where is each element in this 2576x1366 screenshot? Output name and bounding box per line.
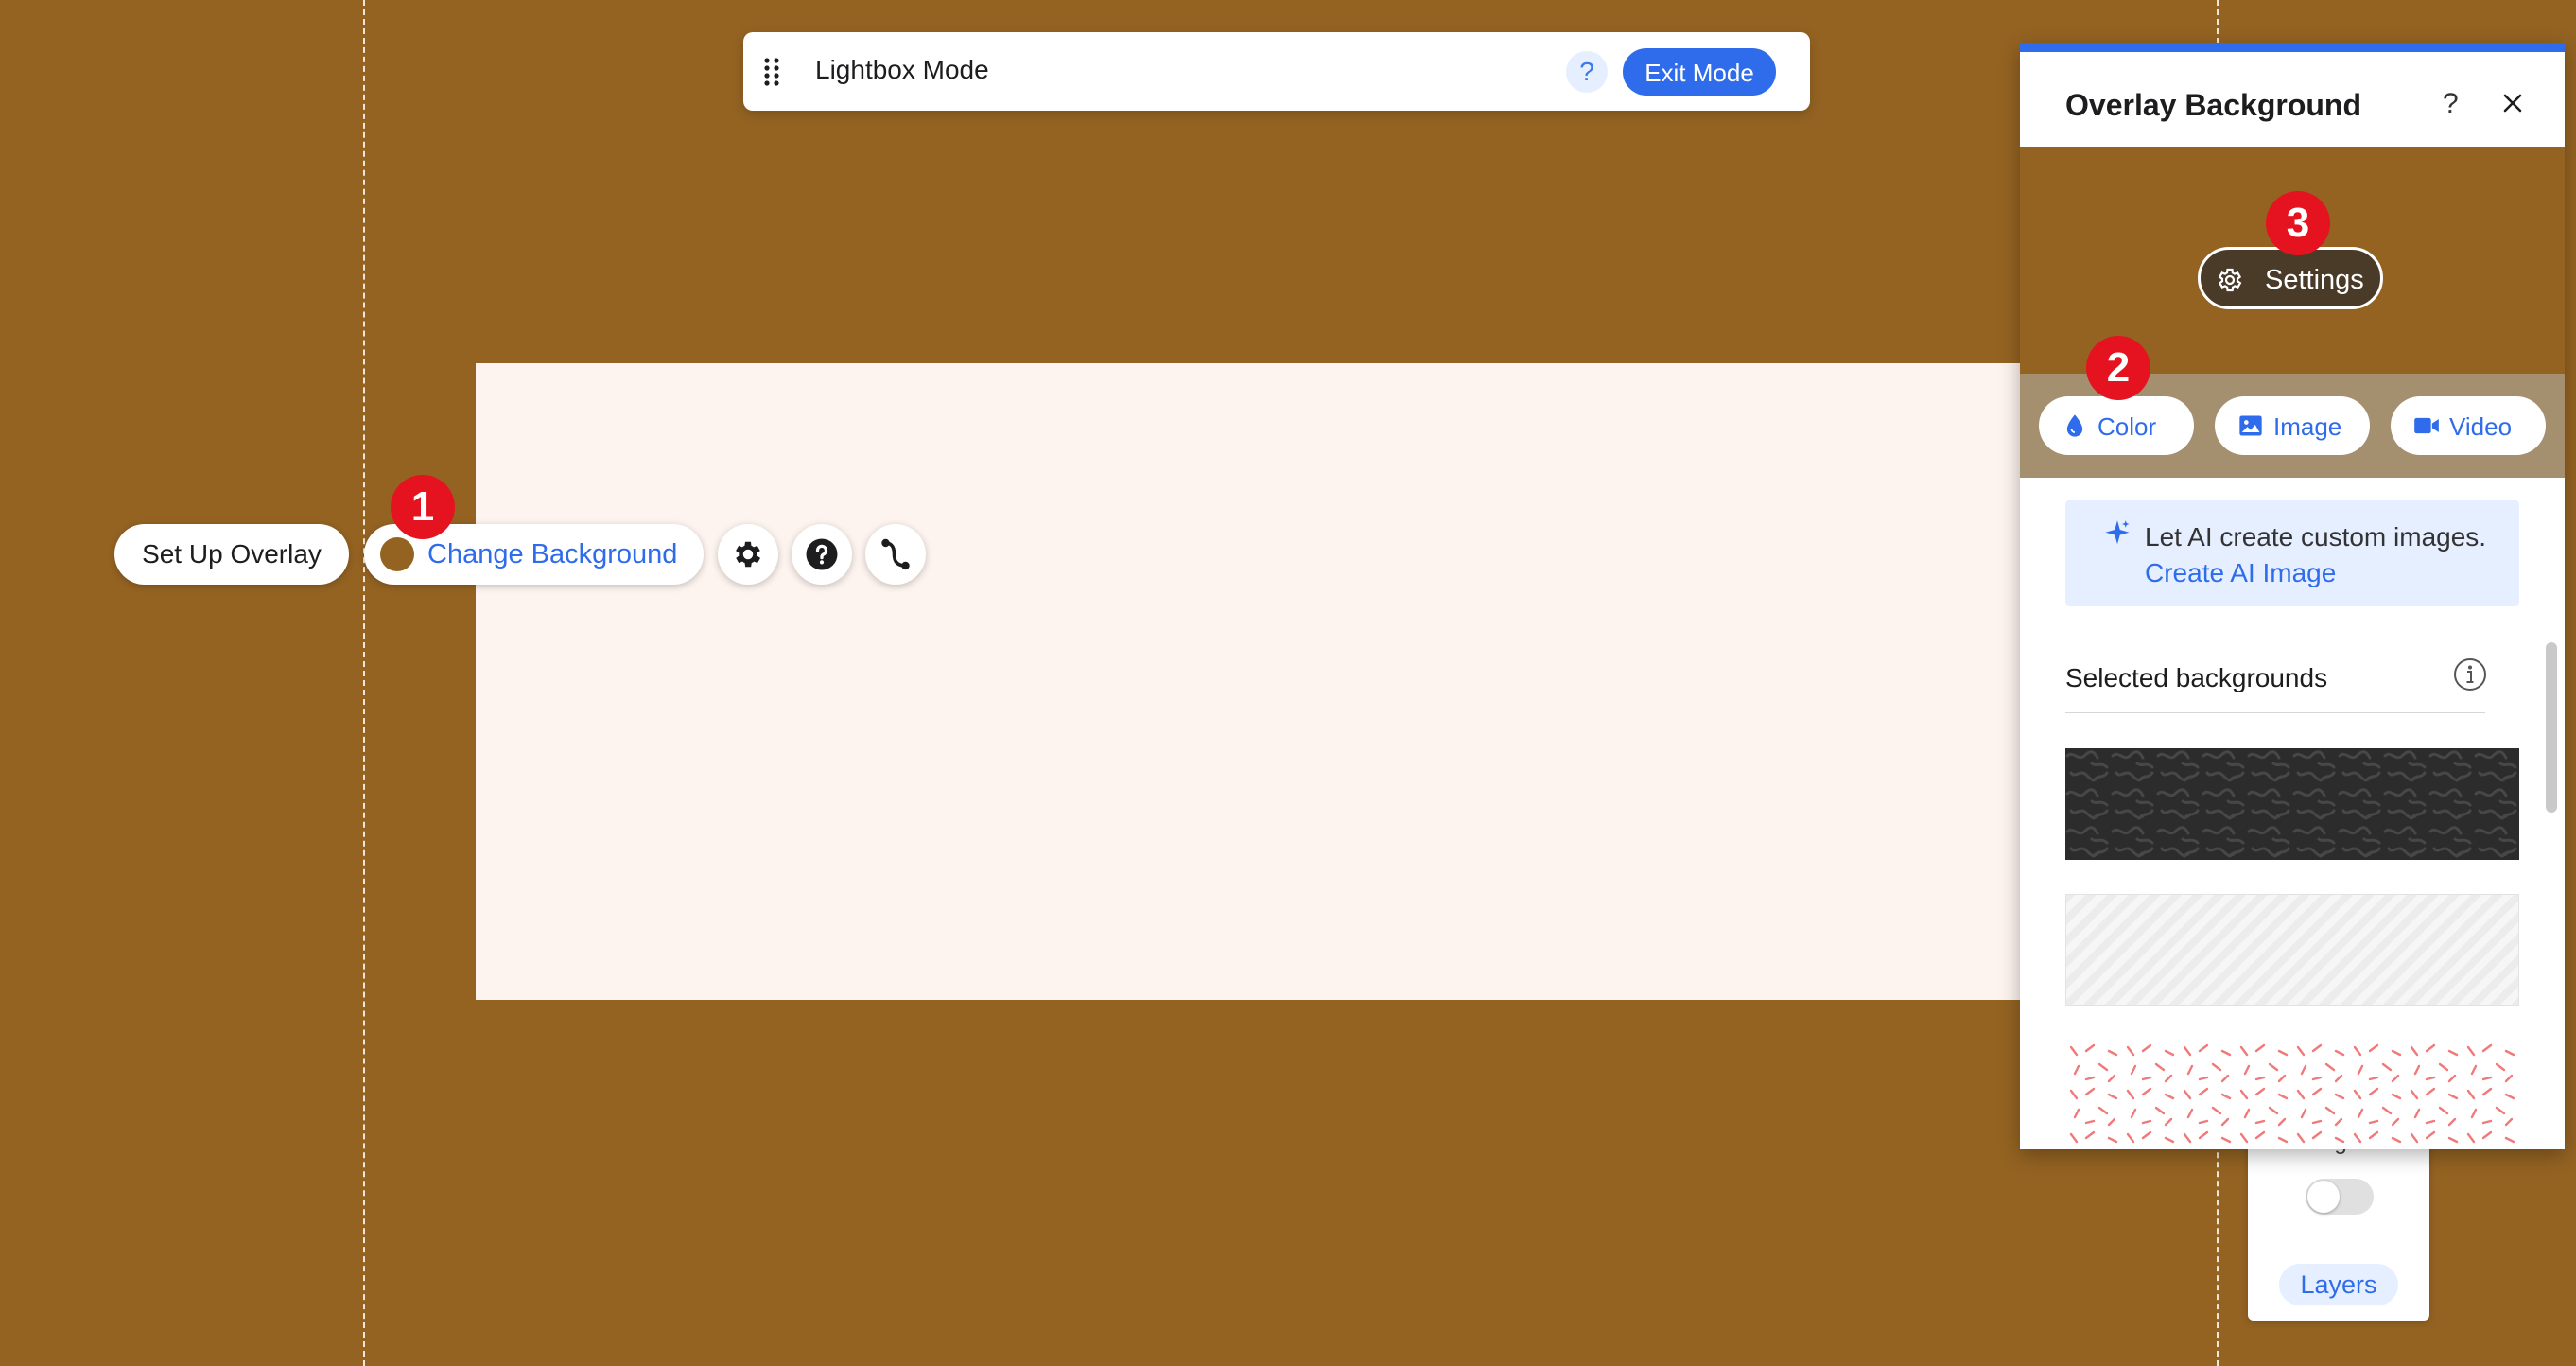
toggle-knob [2307,1181,2340,1213]
color-label: Color [2097,412,2157,441]
background-settings-button[interactable]: Settings [2198,247,2383,309]
background-thumbnail-pink-confetti[interactable] [2065,1042,2519,1149]
panel-title: Overlay Background [2065,88,2361,122]
exit-mode-button[interactable]: Exit Mode [1623,48,1776,96]
settings-gear-button[interactable] [718,524,778,585]
set-up-overlay-button[interactable]: Set Up Overlay [114,524,349,585]
drop-icon [2066,414,2083,437]
connector-button[interactable] [865,524,926,585]
video-label: Video [2449,412,2513,441]
gear-outline-icon [2218,268,2242,292]
section-divider [2065,712,2485,713]
drag-handle-icon[interactable] [762,57,781,87]
background-thumbnail-light-stripes[interactable] [2064,893,2520,1007]
connector-icon [881,538,910,570]
background-color-swatch [380,537,414,571]
step-badge-2: 2 [2086,336,2150,400]
lightbox-mode-bar: Lightbox Mode ? Exit Mode [743,32,1810,111]
video-type-button[interactable]: Video [2391,396,2546,455]
close-icon[interactable] [2499,90,2526,116]
help-button[interactable] [792,524,852,585]
change-background-label: Change Background [427,539,678,569]
selected-backgrounds-heading: Selected backgrounds [2065,663,2328,692]
ai-banner-message: Let AI create custom images. [2145,522,2487,552]
gear-icon [736,541,761,568]
settings-label: Settings [2265,265,2364,295]
video-icon [2414,417,2439,434]
image-label: Image [2273,412,2342,441]
ai-create-banner: Let AI create custom images. Create AI I… [2065,500,2519,606]
sparkle-icon [2105,520,2130,545]
step-badge-3: 3 [2266,191,2330,255]
image-type-button[interactable]: Image [2215,396,2370,455]
lightbox-mode-title: Lightbox Mode [815,55,989,84]
info-icon[interactable] [2453,657,2487,692]
background-thumbnail-dark-squiggle[interactable] [2065,748,2519,860]
color-type-button[interactable]: Color [2039,396,2194,455]
lightbox-content-box[interactable] [476,363,2021,1000]
left-guide-line [363,0,365,1366]
pages-toggle[interactable] [2306,1179,2374,1215]
image-icon [2239,415,2262,436]
help-icon [806,538,838,570]
create-ai-image-link[interactable]: Create AI Image [2145,558,2336,587]
step-badge-1: 1 [391,475,455,539]
panel-scrollbar-thumb[interactable] [2546,642,2557,813]
layers-button[interactable]: Layers [2279,1264,2398,1305]
ai-banner-text: Let AI create custom images. Create AI I… [2145,519,2504,591]
panel-help-button[interactable]: ? [2443,88,2459,120]
lightbox-help-button[interactable]: ? [1566,51,1608,93]
